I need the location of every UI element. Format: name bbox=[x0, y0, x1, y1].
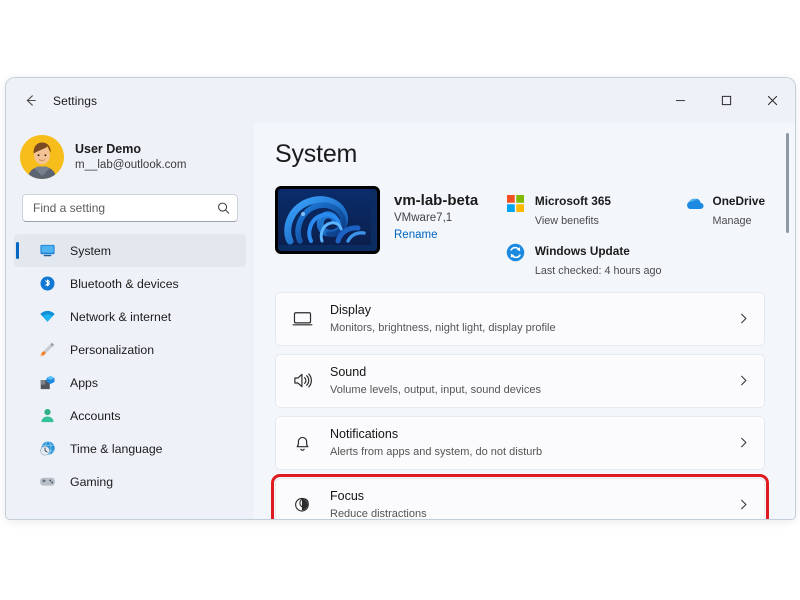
sidebar-item-label: Personalization bbox=[70, 342, 155, 357]
card-subtitle: Reduce distractions bbox=[330, 507, 427, 519]
monitor-icon bbox=[38, 242, 56, 260]
card-text: Focus Reduce distractions bbox=[330, 488, 427, 519]
settings-card-list: Display Monitors, brightness, night ligh… bbox=[271, 291, 795, 519]
sidebar-item-label: Network & internet bbox=[70, 309, 172, 324]
back-arrow-icon[interactable] bbox=[15, 86, 45, 116]
tile-microsoft-365[interactable]: Microsoft 365 View benefits bbox=[506, 191, 662, 228]
account-name: User Demo bbox=[75, 141, 141, 156]
clock-globe-icon bbox=[38, 440, 56, 458]
sidebar-item-bluetooth-devices[interactable]: Bluetooth & devices bbox=[14, 267, 246, 300]
account-text: User Demo m__lab@outlook.com bbox=[75, 142, 186, 173]
avatar bbox=[20, 135, 64, 179]
window-title: Settings bbox=[53, 93, 98, 108]
page-title: System bbox=[275, 140, 358, 168]
search-container bbox=[22, 194, 238, 222]
sidebar-item-label: Time & language bbox=[70, 441, 163, 456]
card-title: Focus bbox=[330, 489, 365, 504]
sidebar-item-time-language[interactable]: Time & language bbox=[14, 432, 246, 465]
sidebar-item-label: Bluetooth & devices bbox=[70, 276, 179, 291]
screen: Settings User Demo m__lab@outlook.com Fi… bbox=[0, 0, 800, 600]
onedrive-cloud-icon bbox=[684, 193, 704, 213]
tile-text: OneDrive Manage bbox=[713, 191, 765, 228]
chevron-right-icon bbox=[737, 436, 750, 449]
microsoft-logo-icon bbox=[506, 193, 526, 213]
content-scrollbar[interactable] bbox=[786, 133, 789, 463]
card-subtitle: Monitors, brightness, night light, displ… bbox=[330, 321, 556, 334]
speaker-icon bbox=[290, 369, 314, 393]
rename-link[interactable]: Rename bbox=[394, 229, 478, 241]
search-icon[interactable] bbox=[217, 202, 230, 215]
chevron-right-icon bbox=[737, 374, 750, 387]
device-info: vm-lab-beta VMware7,1 Rename bbox=[394, 186, 478, 241]
card-text: Display Monitors, brightness, night ligh… bbox=[330, 302, 556, 335]
sidebar-item-gaming[interactable]: Gaming bbox=[14, 465, 246, 498]
bell-icon bbox=[290, 431, 314, 455]
windows-update-icon bbox=[506, 243, 526, 263]
minimize-icon[interactable] bbox=[657, 78, 703, 123]
tile-onedrive[interactable]: OneDrive Manage bbox=[684, 191, 765, 228]
close-icon[interactable] bbox=[749, 78, 795, 123]
gamepad-icon bbox=[38, 473, 56, 491]
card-text: Sound Volume levels, output, input, soun… bbox=[330, 364, 541, 397]
sidebar-item-system[interactable]: System bbox=[14, 234, 246, 267]
sidebar-item-personalization[interactable]: Personalization bbox=[14, 333, 246, 366]
tile-text: Microsoft 365 View benefits bbox=[535, 191, 611, 228]
tile-title: Microsoft 365 bbox=[534, 194, 611, 208]
account-block[interactable]: User Demo m__lab@outlook.com bbox=[6, 125, 254, 181]
wifi-icon bbox=[38, 308, 56, 326]
tile-subtitle: Last checked: 4 hours ago bbox=[534, 264, 662, 277]
display-monitor-icon bbox=[290, 307, 314, 331]
sidebar-item-label: System bbox=[70, 243, 111, 258]
card-subtitle: Alerts from apps and system, do not dist… bbox=[330, 445, 543, 458]
sidebar-nav: System Bluetooth & devices Network & int… bbox=[6, 234, 254, 498]
sidebar-item-label: Gaming bbox=[70, 474, 114, 489]
maximize-icon[interactable] bbox=[703, 78, 749, 123]
card-title: Notifications bbox=[330, 427, 399, 442]
card-text: Notifications Alerts from apps and syste… bbox=[330, 426, 542, 459]
device-thumbnail bbox=[275, 186, 380, 254]
window-controls bbox=[657, 78, 795, 123]
device-name: vm-lab-beta bbox=[394, 192, 479, 209]
scrollbar-thumb[interactable] bbox=[786, 133, 789, 233]
content-pane: System vm-lab-beta VMware7,1 Rename Micr… bbox=[254, 123, 795, 519]
chevron-right-icon bbox=[737, 312, 750, 325]
sidebar: User Demo m__lab@outlook.com Find a sett… bbox=[6, 123, 254, 519]
device-model: VMware7,1 bbox=[394, 212, 453, 224]
tile-subtitle: View benefits bbox=[534, 214, 599, 227]
focus-icon bbox=[290, 493, 314, 517]
person-icon bbox=[38, 407, 56, 425]
sidebar-item-accounts[interactable]: Accounts bbox=[14, 399, 246, 432]
paintbrush-icon bbox=[38, 341, 56, 359]
tile-windows-update[interactable]: Windows Update Last checked: 4 hours ago bbox=[506, 241, 662, 278]
window-titlebar: Settings bbox=[6, 78, 795, 123]
bluetooth-icon bbox=[38, 275, 56, 293]
tile-title: Windows Update bbox=[534, 243, 630, 258]
settings-card-display[interactable]: Display Monitors, brightness, night ligh… bbox=[275, 291, 765, 346]
sidebar-item-label: Accounts bbox=[70, 408, 121, 423]
quick-tiles: Microsoft 365 View benefits OneDrive Man… bbox=[506, 186, 765, 278]
search-input[interactable] bbox=[22, 194, 238, 222]
tile-title: OneDrive bbox=[712, 194, 765, 208]
sidebar-item-network-internet[interactable]: Network & internet bbox=[14, 300, 246, 333]
settings-card-sound[interactable]: Sound Volume levels, output, input, soun… bbox=[275, 353, 765, 408]
sidebar-item-apps[interactable]: Apps bbox=[14, 366, 246, 399]
tile-subtitle: Manage bbox=[712, 214, 752, 227]
sidebar-item-label: Apps bbox=[70, 375, 99, 390]
settings-card-notifications[interactable]: Notifications Alerts from apps and syste… bbox=[275, 415, 765, 470]
card-title: Display bbox=[330, 303, 371, 318]
chevron-right-icon bbox=[737, 498, 750, 511]
settings-window: Settings User Demo m__lab@outlook.com Fi… bbox=[6, 78, 795, 519]
card-title: Sound bbox=[330, 365, 367, 380]
device-summary: vm-lab-beta VMware7,1 Rename Microsoft 3… bbox=[275, 186, 795, 278]
tile-text: Windows Update Last checked: 4 hours ago bbox=[535, 241, 662, 278]
settings-card-focus[interactable]: Focus Reduce distractions bbox=[271, 473, 769, 519]
account-email: m__lab@outlook.com bbox=[75, 159, 187, 172]
apps-icon bbox=[38, 374, 56, 392]
card-subtitle: Volume levels, output, input, sound devi… bbox=[330, 383, 541, 396]
window-body: User Demo m__lab@outlook.com Find a sett… bbox=[6, 123, 795, 519]
